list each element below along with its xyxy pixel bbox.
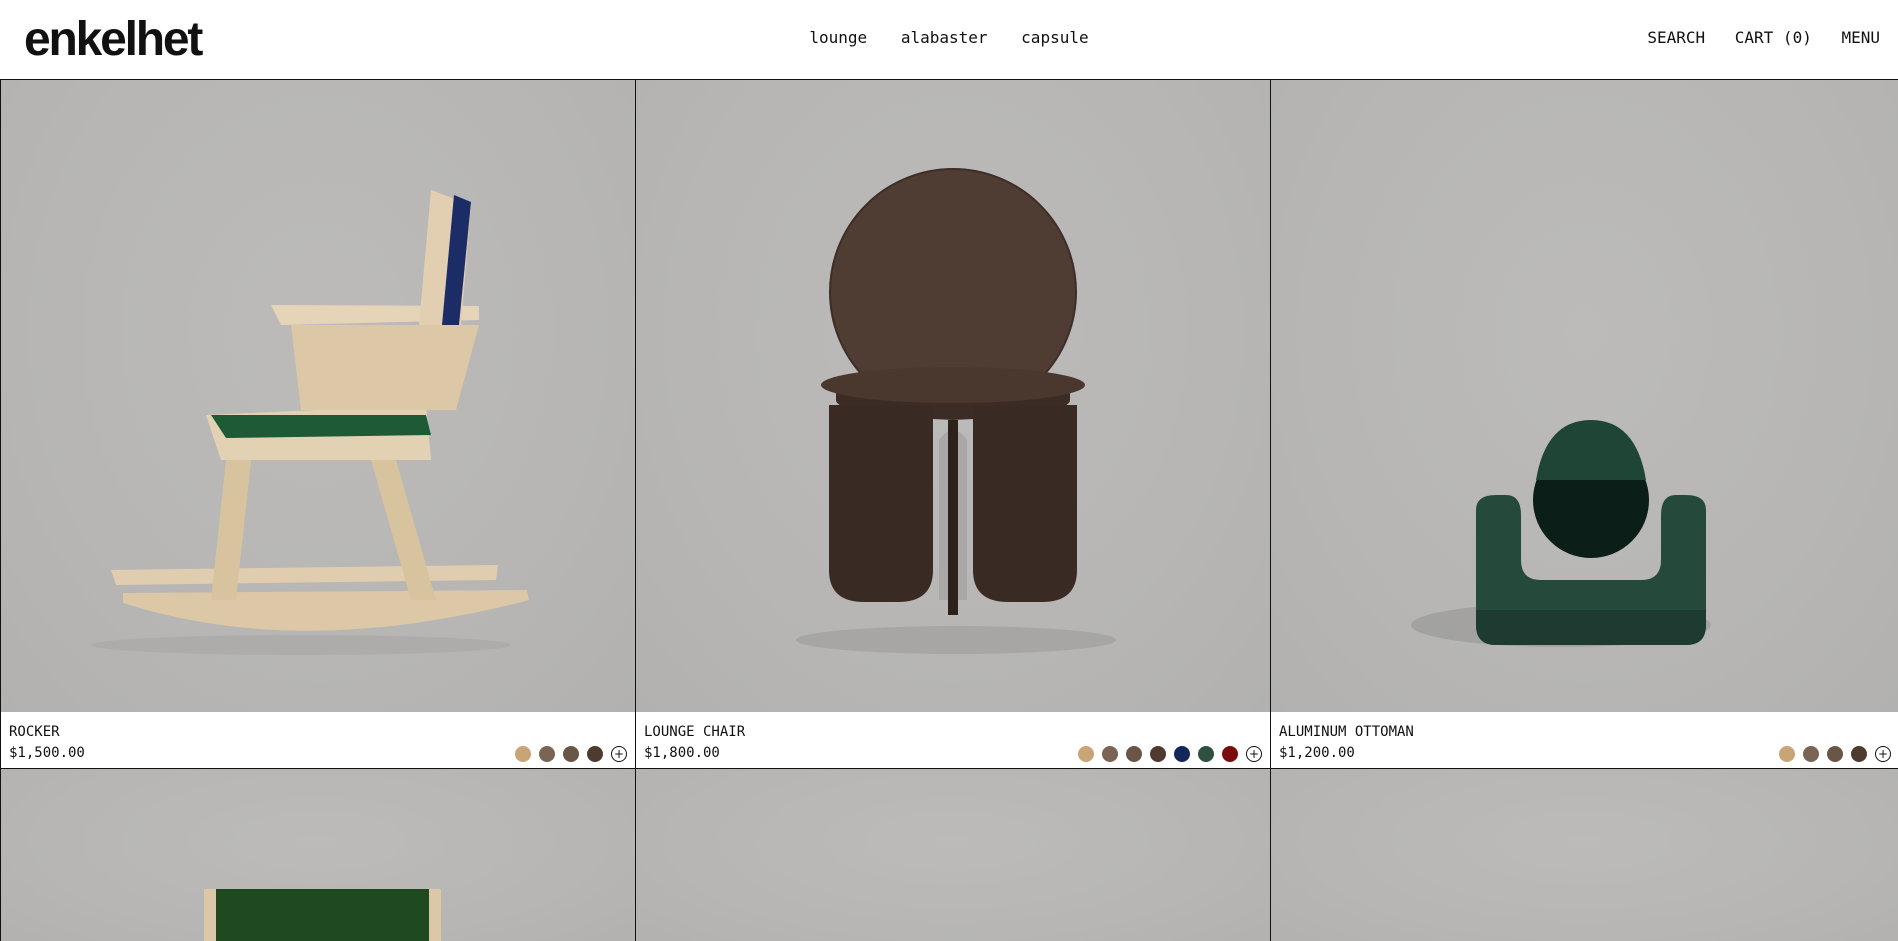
product-image[interactable] [636, 80, 1270, 712]
product-price: $1,500.00 [9, 745, 85, 761]
swatch-color[interactable] [563, 746, 579, 762]
menu-link[interactable]: MENU [1841, 28, 1880, 47]
nav-lounge[interactable]: lounge [809, 28, 867, 47]
more-options-plus-icon[interactable]: + [611, 746, 627, 762]
swatch-color[interactable] [1827, 746, 1843, 762]
color-swatches: + [515, 746, 627, 762]
swatch-color[interactable] [515, 746, 531, 762]
swatch-color[interactable] [1198, 746, 1214, 762]
product-image[interactable] [1271, 80, 1898, 712]
product-price: $1,200.00 [1279, 745, 1355, 761]
product-image[interactable] [1, 80, 635, 712]
swatch-color[interactable] [587, 746, 603, 762]
product-card[interactable] [1, 769, 636, 941]
product-name[interactable]: ROCKER [9, 723, 60, 741]
swatch-color[interactable] [1102, 746, 1118, 762]
color-swatches: + [1078, 746, 1262, 762]
chair-top-partial-illustration [204, 889, 441, 941]
swatch-color[interactable] [1779, 746, 1795, 762]
swatch-color[interactable] [539, 746, 555, 762]
nav-capsule[interactable]: capsule [1021, 28, 1088, 47]
swatch-color[interactable] [1222, 746, 1238, 762]
product-name[interactable]: LOUNGE CHAIR [644, 723, 745, 741]
product-card[interactable] [1271, 769, 1898, 941]
product-grid: ROCKER $1,500.00 + LOUNGE CHAIR $1,800.0… [0, 80, 1898, 941]
swatch-color[interactable] [1851, 746, 1867, 762]
product-card-aluminum-ottoman[interactable]: ALUMINUM OTTOMAN $1,200.00 + [1271, 80, 1898, 769]
product-info: ROCKER $1,500.00 + [1, 712, 635, 769]
nav-alabaster[interactable]: alabaster [901, 28, 988, 47]
utility-nav: SEARCH CART (0) MENU [1627, 28, 1880, 48]
swatch-color[interactable] [1078, 746, 1094, 762]
product-card[interactable] [636, 769, 1271, 941]
swatch-color[interactable] [1174, 746, 1190, 762]
product-card-lounge-chair[interactable]: LOUNGE CHAIR $1,800.00 + [636, 80, 1271, 769]
product-card-rocker[interactable]: ROCKER $1,500.00 + [1, 80, 636, 769]
product-info: ALUMINUM OTTOMAN $1,200.00 + [1271, 712, 1898, 769]
search-link[interactable]: SEARCH [1647, 28, 1705, 47]
color-swatches: + [1779, 746, 1891, 762]
product-image[interactable] [1271, 769, 1898, 941]
round-back-wood-chair-illustration [796, 168, 1116, 654]
more-options-plus-icon[interactable]: + [1875, 746, 1891, 762]
collection-nav: lounge alabaster capsule [0, 28, 1898, 48]
green-ottoman-illustration [1411, 420, 1711, 647]
product-image[interactable] [636, 769, 1270, 941]
product-name[interactable]: ALUMINUM OTTOMAN [1279, 723, 1414, 741]
cart-link[interactable]: CART (0) [1735, 28, 1812, 47]
product-info: LOUNGE CHAIR $1,800.00 + [636, 712, 1270, 769]
site-header: enkelhet lounge alabaster capsule SEARCH… [0, 0, 1898, 80]
swatch-color[interactable] [1150, 746, 1166, 762]
rocking-chair-illustration [91, 190, 529, 655]
product-image[interactable] [1, 769, 635, 941]
swatch-color[interactable] [1803, 746, 1819, 762]
more-options-plus-icon[interactable]: + [1246, 746, 1262, 762]
product-price: $1,800.00 [644, 745, 720, 761]
swatch-color[interactable] [1126, 746, 1142, 762]
